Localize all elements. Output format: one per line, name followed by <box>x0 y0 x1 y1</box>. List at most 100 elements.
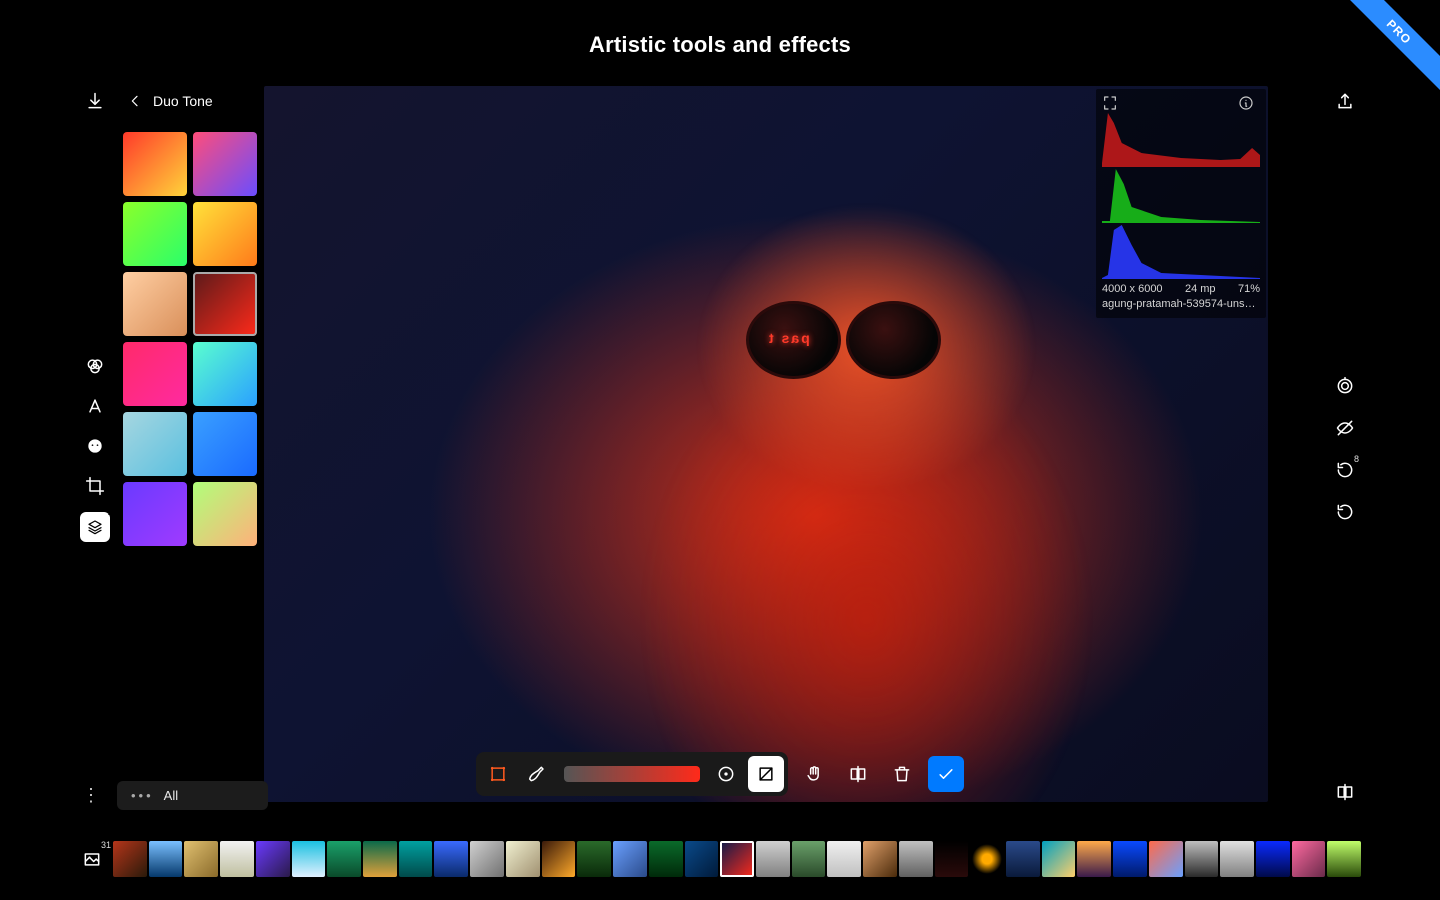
library-count: 31 <box>101 840 111 850</box>
filmstrip-thumb[interactable] <box>863 841 897 877</box>
filmstrip-thumb[interactable] <box>1220 841 1254 877</box>
pan-button[interactable] <box>796 756 832 792</box>
filmstrip-thumb[interactable] <box>685 841 719 877</box>
photo-subject <box>565 143 1167 802</box>
panel-title: Duo Tone <box>153 93 213 109</box>
selection-button[interactable] <box>480 756 516 792</box>
filters-icon[interactable] <box>85 356 105 376</box>
preset-swatch-mango[interactable] <box>193 202 257 266</box>
filmstrip-thumb[interactable] <box>827 841 861 877</box>
blend-button[interactable] <box>708 756 744 792</box>
text-icon[interactable] <box>85 396 105 416</box>
filmstrip-thumb[interactable] <box>292 841 326 877</box>
fit-screen-icon[interactable] <box>1102 95 1118 111</box>
filmstrip-thumb[interactable] <box>149 841 183 877</box>
filmstrip-thumb[interactable] <box>1077 841 1111 877</box>
filmstrip-thumb[interactable] <box>113 841 147 877</box>
filmstrip-thumb[interactable] <box>1149 841 1183 877</box>
filmstrip-thumb[interactable] <box>220 841 254 877</box>
crop-icon[interactable] <box>85 476 105 496</box>
filmstrip-thumb[interactable] <box>399 841 433 877</box>
undo-icon[interactable] <box>1335 502 1355 522</box>
filmstrip-thumb[interactable] <box>363 841 397 877</box>
compare-button[interactable] <box>1335 782 1355 802</box>
ellipsis-icon: ••• <box>131 788 154 803</box>
layers-icon <box>87 519 103 535</box>
photo-sunglasses: pas t <box>746 301 946 381</box>
filmstrip-thumb[interactable] <box>327 841 361 877</box>
filmstrip-thumb[interactable] <box>649 841 683 877</box>
preset-swatch-hotpink[interactable] <box>123 342 187 406</box>
filmstrip-thumb[interactable] <box>256 841 290 877</box>
download-icon[interactable] <box>85 91 105 111</box>
compare-split-button[interactable] <box>840 756 876 792</box>
image-filename: agung-pratamah-539574-unspla… <box>1102 298 1260 310</box>
library-button[interactable]: 31 <box>79 844 105 874</box>
invert-button[interactable] <box>748 756 784 792</box>
preset-swatch-duotone-red[interactable] <box>193 272 257 336</box>
marketing-headline: Artistic tools and effects <box>0 32 1440 58</box>
preset-swatch-spring[interactable] <box>193 482 257 546</box>
filmstrip-thumb[interactable] <box>1042 841 1076 877</box>
filmstrip-thumb[interactable] <box>720 841 754 877</box>
share-icon[interactable] <box>1335 91 1355 111</box>
info-overlay: 4000 x 6000 24 mp 71% agung-pratamah-539… <box>1096 89 1266 318</box>
preset-swatch-sky[interactable] <box>123 412 187 476</box>
filmstrip-thumb[interactable] <box>470 841 504 877</box>
preset-swatch-sunset[interactable] <box>123 132 187 196</box>
histogram-green <box>1102 169 1260 223</box>
filmstrip-thumb[interactable] <box>899 841 933 877</box>
filmstrip-thumb[interactable] <box>1113 841 1147 877</box>
info-icon[interactable] <box>1238 95 1254 111</box>
preset-swatch-mint[interactable] <box>193 342 257 406</box>
adjust-cluster <box>476 752 788 796</box>
right-rail: 8 <box>1329 86 1361 522</box>
layers-count: 1 <box>108 508 112 517</box>
preset-swatch-violet[interactable] <box>123 482 187 546</box>
image-megapixels: 24 mp <box>1185 283 1216 295</box>
filmstrip-thumb[interactable] <box>613 841 647 877</box>
filmstrip: 31 <box>79 834 1361 884</box>
intensity-slider[interactable] <box>564 766 700 782</box>
left-rail: 1 <box>79 86 111 542</box>
undo-count: 8 <box>1354 454 1359 464</box>
filmstrip-thumb[interactable] <box>756 841 790 877</box>
canvas-toolbar <box>476 752 964 796</box>
histogram-blue <box>1102 225 1260 279</box>
preset-swatch-twilight[interactable] <box>193 132 257 196</box>
filmstrip-thumb[interactable] <box>506 841 540 877</box>
preset-swatch-ocean[interactable] <box>193 412 257 476</box>
back-icon[interactable] <box>127 93 143 109</box>
editor-frame: pas t 1 <box>79 86 1361 802</box>
more-button[interactable]: ⋮ <box>79 785 103 806</box>
filmstrip-thumb[interactable] <box>542 841 576 877</box>
filmstrip-thumb[interactable] <box>577 841 611 877</box>
preset-grid <box>123 132 269 546</box>
filmstrip-thumb[interactable] <box>184 841 218 877</box>
filmstrip-thumb[interactable] <box>1256 841 1290 877</box>
filter-all-label: All <box>164 788 178 803</box>
brush-button[interactable] <box>520 756 556 792</box>
filmstrip-thumb[interactable] <box>970 841 1004 877</box>
filter-all-chip[interactable]: ••• All <box>117 781 268 810</box>
filmstrip-thumb[interactable] <box>1292 841 1326 877</box>
filmstrip-thumb[interactable] <box>434 841 468 877</box>
layers-button[interactable]: 1 <box>80 512 110 542</box>
filmstrip-thumb[interactable] <box>935 841 969 877</box>
filmstrip-thumb[interactable] <box>1185 841 1219 877</box>
filmstrip-thumb[interactable] <box>1006 841 1040 877</box>
image-zoom: 71% <box>1238 283 1260 295</box>
filmstrip-thumb[interactable] <box>792 841 826 877</box>
face-icon[interactable] <box>85 436 105 456</box>
image-dimensions: 4000 x 6000 <box>1102 283 1163 295</box>
filmstrip-thumb[interactable] <box>1327 841 1361 877</box>
confirm-button[interactable] <box>928 756 964 792</box>
undo-history-icon[interactable]: 8 <box>1335 460 1355 480</box>
visibility-off-icon[interactable] <box>1335 418 1355 438</box>
preset-panel: Duo Tone <box>123 86 269 546</box>
histogram-red <box>1102 113 1260 167</box>
delete-button[interactable] <box>884 756 920 792</box>
preset-swatch-lime[interactable] <box>123 202 187 266</box>
preset-swatch-sand[interactable] <box>123 272 187 336</box>
target-icon[interactable] <box>1335 376 1355 396</box>
